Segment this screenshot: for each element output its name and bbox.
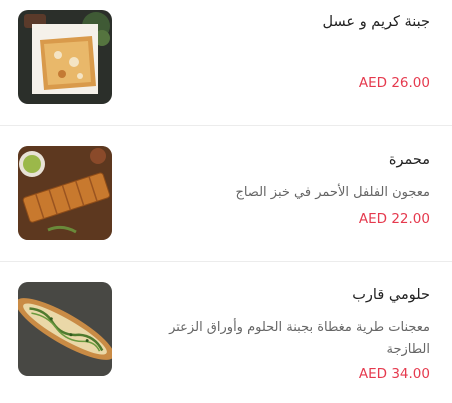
menu-item-image — [18, 146, 112, 240]
menu-item-price: AED 22.00 — [358, 211, 430, 227]
menu-item-price: AED 34.00 — [358, 366, 430, 382]
menu-item-cheese-honey[interactable]: جبنة كريم و عسل AED 26.00 — [0, 0, 452, 126]
menu-item-muhammara[interactable]: محمرة معجون الفلفل الأحمر في خبز الصاج A… — [0, 126, 452, 262]
menu-item-image — [18, 10, 112, 104]
menu-item-text: حلومي قارب معجنات طرية مغطاة بجبنة الحلو… — [130, 285, 430, 361]
menu-item-name: حلومي قارب — [352, 287, 430, 303]
menu-item-halloumi-boat[interactable]: حلومي قارب معجنات طرية مغطاة بجبنة الحلو… — [0, 262, 452, 403]
menu-item-text: محمرة معجون الفلفل الأحمر في خبز الصاج — [130, 150, 430, 204]
menu-item-price: AED 26.00 — [358, 75, 430, 91]
menu-item-description: معجنات طرية مغطاة بجبنة الحلوم وأوراق ال… — [169, 320, 430, 357]
menu-item-description: معجون الفلفل الأحمر في خبز الصاج — [235, 185, 430, 200]
menu-item-name: محمرة — [388, 152, 430, 168]
menu-item-text: جبنة كريم و عسل — [130, 12, 430, 32]
menu-item-name: جبنة كريم و عسل — [322, 14, 430, 30]
menu-item-image — [18, 282, 112, 376]
